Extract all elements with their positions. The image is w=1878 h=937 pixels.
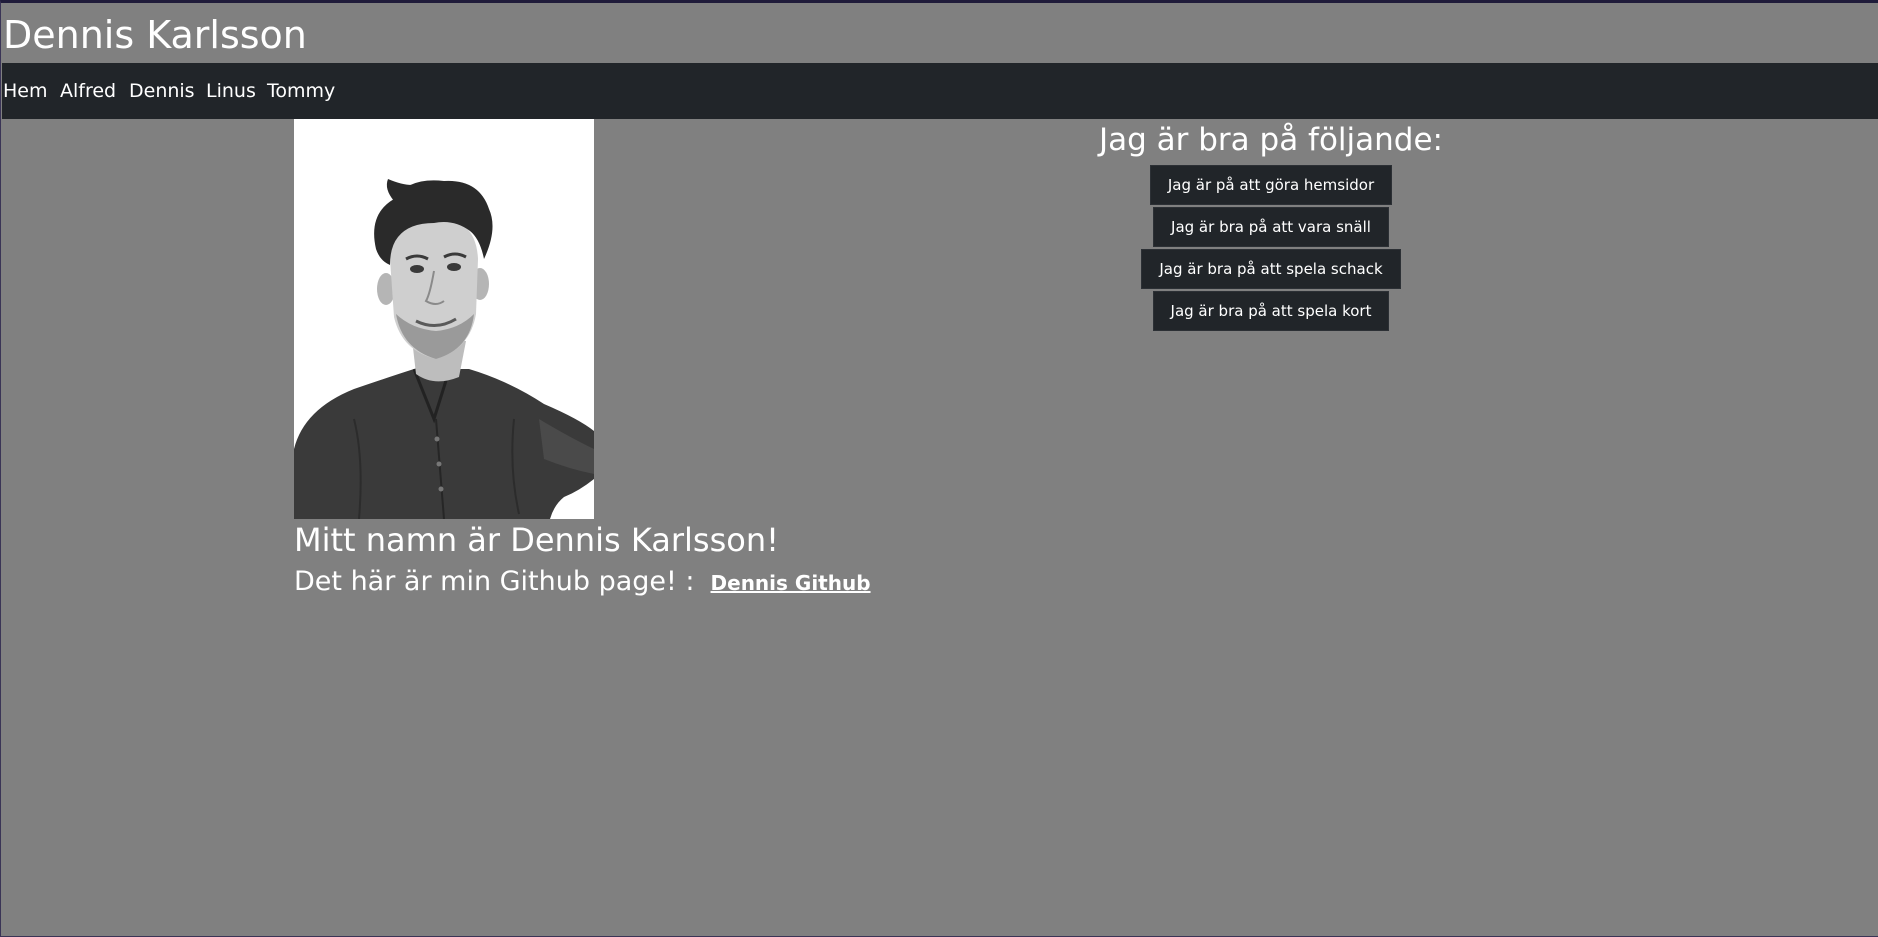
skill-button-schack[interactable]: Jag är bra på att spela schack (1141, 249, 1401, 289)
intro-heading: Mitt namn är Dennis Karlsson! (294, 521, 779, 559)
profile-photo (294, 119, 594, 519)
skills-heading: Jag är bra på följande: (1098, 122, 1443, 158)
skill-button-snall[interactable]: Jag är bra på att vara snäll (1153, 207, 1389, 247)
skill-button-hemsidor[interactable]: Jag är på att göra hemsidor (1149, 165, 1393, 205)
nav-link-linus[interactable]: Linus (206, 78, 256, 104)
nav-link-dennis[interactable]: Dennis (129, 78, 195, 104)
site-title: Dennis Karlsson (3, 13, 307, 57)
nav-link-hem[interactable]: Hem (3, 78, 48, 104)
nav-link-tommy[interactable]: Tommy (267, 78, 335, 104)
browser-page: Dennis Karlsson Hem Alfred Dennis Linus … (0, 0, 1878, 937)
skills-section: Jag är bra på följande: Jag är på att gö… (1071, 119, 1471, 333)
github-link[interactable]: Dennis Github (711, 571, 871, 595)
navbar: Hem Alfred Dennis Linus Tommy (2, 63, 1878, 119)
site-header: Dennis Karlsson (2, 6, 1878, 63)
skill-button-kort[interactable]: Jag är bra på att spela kort (1152, 291, 1390, 331)
nav-link-alfred[interactable]: Alfred (60, 78, 116, 104)
github-text: Det här är min Github page! : (294, 566, 695, 597)
portrait-photo-icon (294, 119, 594, 519)
github-row: Det här är min Github page! : Dennis Gith… (294, 564, 871, 601)
